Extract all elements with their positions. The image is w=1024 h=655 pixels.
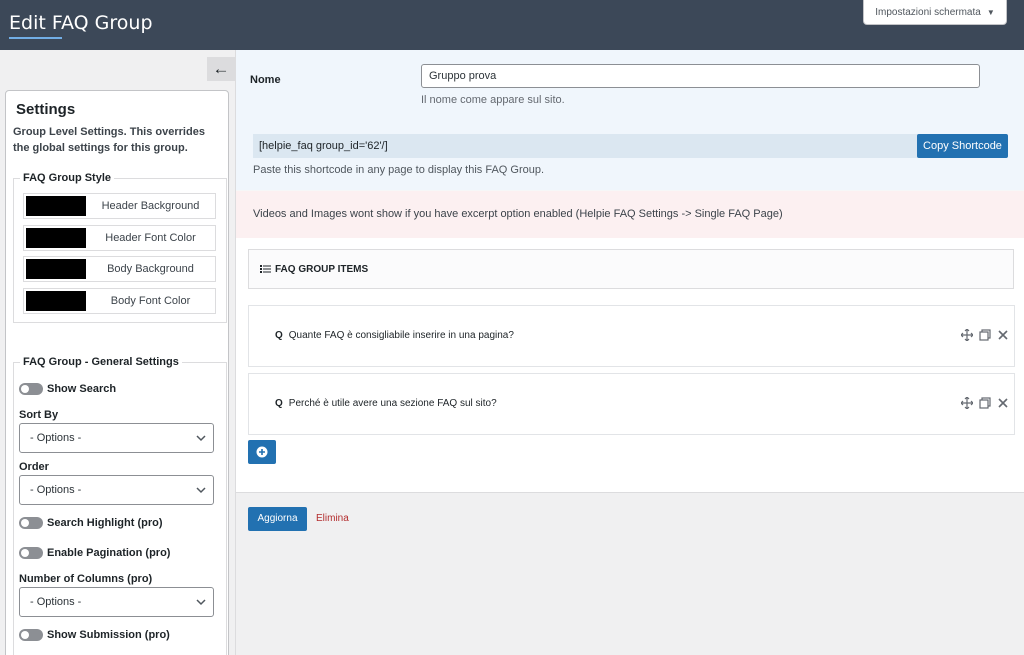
faq-item-actions — [961, 329, 1009, 341]
screen-options-label: Impostazioni schermata — [875, 6, 981, 18]
close-icon[interactable] — [997, 329, 1009, 341]
color-label: Header Background — [101, 200, 200, 212]
screen-options-button[interactable]: Impostazioni schermata ▼ — [863, 0, 1007, 25]
name-help-text: Il nome come appare sul sito. — [421, 94, 565, 106]
add-faq-item-button[interactable] — [248, 440, 276, 464]
body-background-picker[interactable]: Body Background — [23, 256, 216, 282]
faq-item-actions — [961, 397, 1009, 409]
chevron-down-icon — [196, 599, 206, 606]
name-input[interactable]: Gruppo prova — [421, 64, 980, 88]
general-legend: FAQ Group - General Settings — [20, 356, 182, 368]
shortcode-field[interactable]: [helpie_faq group_id='62'/] — [253, 134, 918, 158]
footer-actions-bar — [236, 492, 1024, 655]
order-value: - Options - — [30, 484, 82, 496]
faq-question[interactable]: Q Quante FAQ è consigliabile inserire in… — [275, 330, 514, 341]
duplicate-icon[interactable] — [979, 329, 991, 341]
faq-question-text: Perché è utile avere una sezione FAQ sul… — [288, 398, 497, 409]
general-settings-fieldset: FAQ Group - General Settings Show Search… — [13, 356, 227, 655]
collapse-sidebar-button[interactable]: ← — [207, 57, 235, 81]
faq-item[interactable]: Q Perché è utile avere una sezione FAQ s… — [248, 373, 1015, 435]
name-label: Nome — [250, 74, 281, 86]
sort-by-value: - Options - — [30, 432, 82, 444]
color-label: Body Font Color — [110, 295, 191, 307]
order-label: Order — [19, 461, 49, 473]
show-search-label: Show Search — [47, 383, 117, 395]
body-font-color-picker[interactable]: Body Font Color — [23, 288, 216, 314]
list-icon — [260, 265, 271, 273]
color-swatch — [26, 196, 86, 216]
close-icon[interactable] — [997, 397, 1009, 409]
page-title: Edit FAQ Group — [9, 12, 153, 34]
search-highlight-label: Search Highlight (pro) — [47, 517, 163, 529]
title-underline — [9, 37, 62, 39]
header-font-color-picker[interactable]: Header Font Color — [23, 225, 216, 251]
columns-label: Number of Columns (pro) — [19, 573, 153, 585]
faq-question[interactable]: Q Perché è utile avere una sezione FAQ s… — [275, 398, 497, 409]
style-legend: FAQ Group Style — [20, 172, 115, 184]
settings-panel: Settings Group Level Settings. This over… — [5, 90, 229, 655]
enable-pagination-toggle[interactable] — [19, 547, 43, 559]
order-select[interactable]: - Options - — [19, 475, 214, 505]
columns-select[interactable]: - Options - — [19, 587, 214, 617]
enable-pagination-toggle-row[interactable]: Enable Pagination (pro) — [19, 545, 170, 561]
color-label: Body Background — [107, 263, 194, 275]
move-icon[interactable] — [961, 397, 973, 409]
header-background-picker[interactable]: Header Background — [23, 193, 216, 219]
update-button[interactable]: Aggiorna — [248, 507, 307, 531]
delete-link[interactable]: Elimina — [316, 513, 349, 524]
plus-circle-icon — [256, 446, 268, 458]
caret-down-icon: ▼ — [986, 7, 995, 17]
color-swatch — [26, 259, 86, 279]
chevron-down-icon — [196, 435, 206, 442]
settings-description: Group Level Settings. This overrides the… — [13, 126, 205, 154]
search-highlight-toggle[interactable] — [19, 517, 43, 529]
show-submission-label: Show Submission (pro) — [47, 629, 170, 641]
faq-group-items-header: FAQ GROUP ITEMS — [248, 249, 1014, 289]
arrow-left-icon: ← — [212, 59, 230, 78]
show-search-toggle[interactable] — [19, 383, 43, 395]
move-icon[interactable] — [961, 329, 973, 341]
sort-by-label: Sort By — [19, 409, 59, 421]
color-swatch — [26, 291, 86, 311]
copy-shortcode-button[interactable]: Copy Shortcode — [917, 134, 1008, 158]
show-submission-toggle[interactable] — [19, 629, 43, 641]
columns-value: - Options - — [30, 596, 82, 608]
color-swatch — [26, 228, 86, 248]
items-header-label: FAQ GROUP ITEMS — [275, 263, 369, 275]
faq-question-text: Quante FAQ è consigliabile inserire in u… — [288, 330, 514, 341]
enable-pagination-label: Enable Pagination (pro) — [47, 547, 171, 559]
shortcode-help-text: Paste this shortcode in any page to disp… — [253, 164, 545, 176]
faq-item[interactable]: Q Quante FAQ è consigliabile inserire in… — [248, 305, 1015, 367]
show-submission-toggle-row[interactable]: Show Submission (pro) — [19, 627, 170, 643]
excerpt-warning-notice: Videos and Images wont show if you have … — [236, 191, 1024, 238]
settings-title: Settings — [16, 101, 76, 118]
question-icon: Q — [275, 398, 283, 409]
show-search-toggle-row[interactable]: Show Search — [19, 381, 116, 397]
search-highlight-toggle-row[interactable]: Search Highlight (pro) — [19, 515, 163, 531]
color-label: Header Font Color — [105, 232, 196, 244]
faq-group-style-fieldset: FAQ Group Style Header Background Header… — [13, 172, 227, 323]
question-icon: Q — [275, 330, 283, 341]
duplicate-icon[interactable] — [979, 397, 991, 409]
chevron-down-icon — [196, 487, 206, 494]
sort-by-select[interactable]: - Options - — [19, 423, 214, 453]
